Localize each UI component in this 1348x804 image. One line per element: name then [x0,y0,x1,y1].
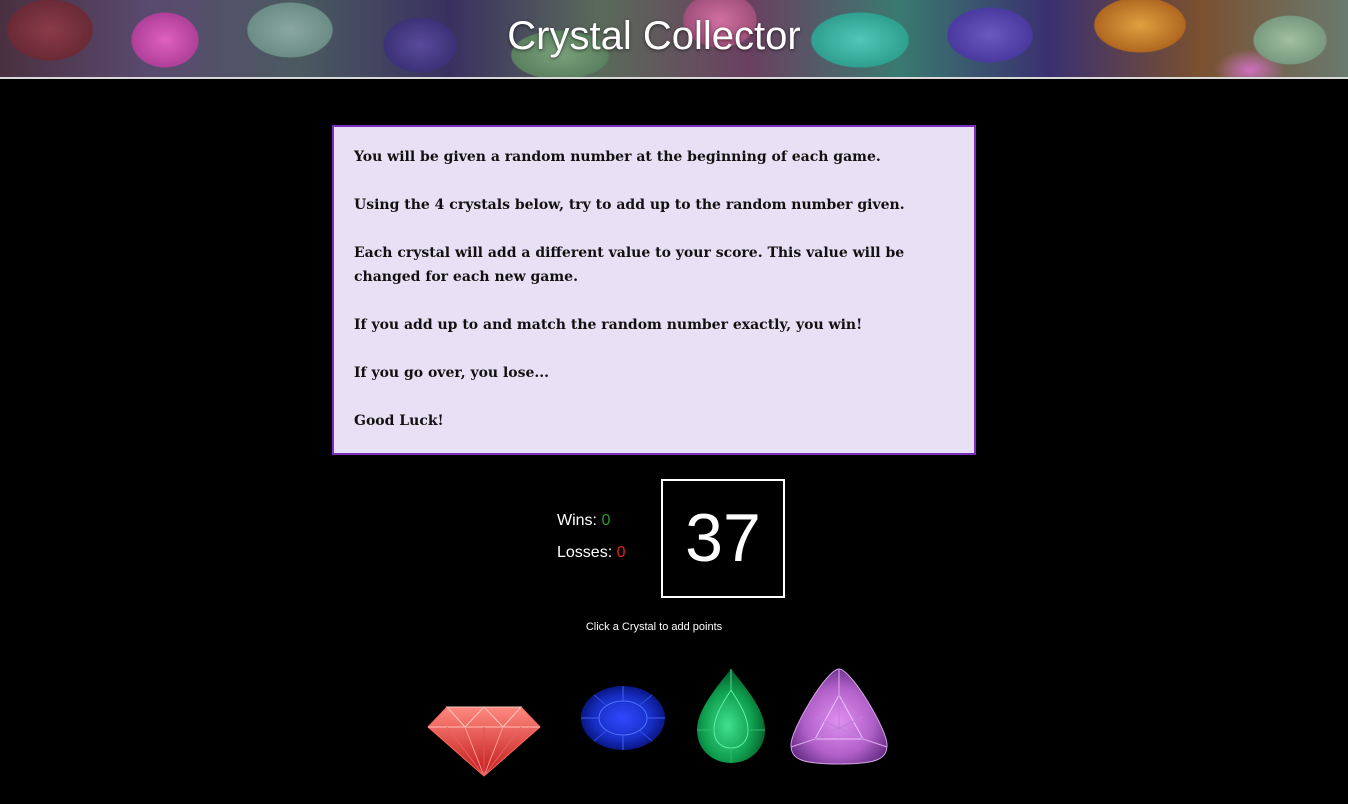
scoreboard: Wins: 0 Losses: 0 [557,508,626,572]
page-title: Crystal Collector [507,14,801,58]
instruction-line: Using the 4 crystals below, try to add u… [354,197,905,213]
purple-crystal[interactable] [789,667,889,767]
wins-row: Wins: 0 [557,508,626,540]
instructions-panel: You will be given a random number at the… [332,125,976,455]
green-crystal[interactable] [696,668,766,764]
instruction-line: If you go over, you lose... [354,365,550,381]
hint-text: Click a Crystal to add points [585,621,723,633]
red-crystal[interactable] [427,705,541,777]
instruction-line: Each crystal will add a different value … [354,245,905,285]
losses-label: Losses: [557,544,613,561]
losses-count: 0 [616,544,626,561]
instruction-line: If you add up to and match the random nu… [354,317,863,333]
losses-row: Losses: 0 [557,540,626,572]
blue-crystal[interactable] [580,685,666,751]
instruction-line: You will be given a random number at the… [354,149,881,165]
wins-count: 0 [601,512,611,529]
instruction-line: Good Luck! [354,413,444,429]
wins-label: Wins: [557,512,597,529]
header-banner: Crystal Collector [0,0,1348,79]
target-number: 37 [661,479,785,598]
